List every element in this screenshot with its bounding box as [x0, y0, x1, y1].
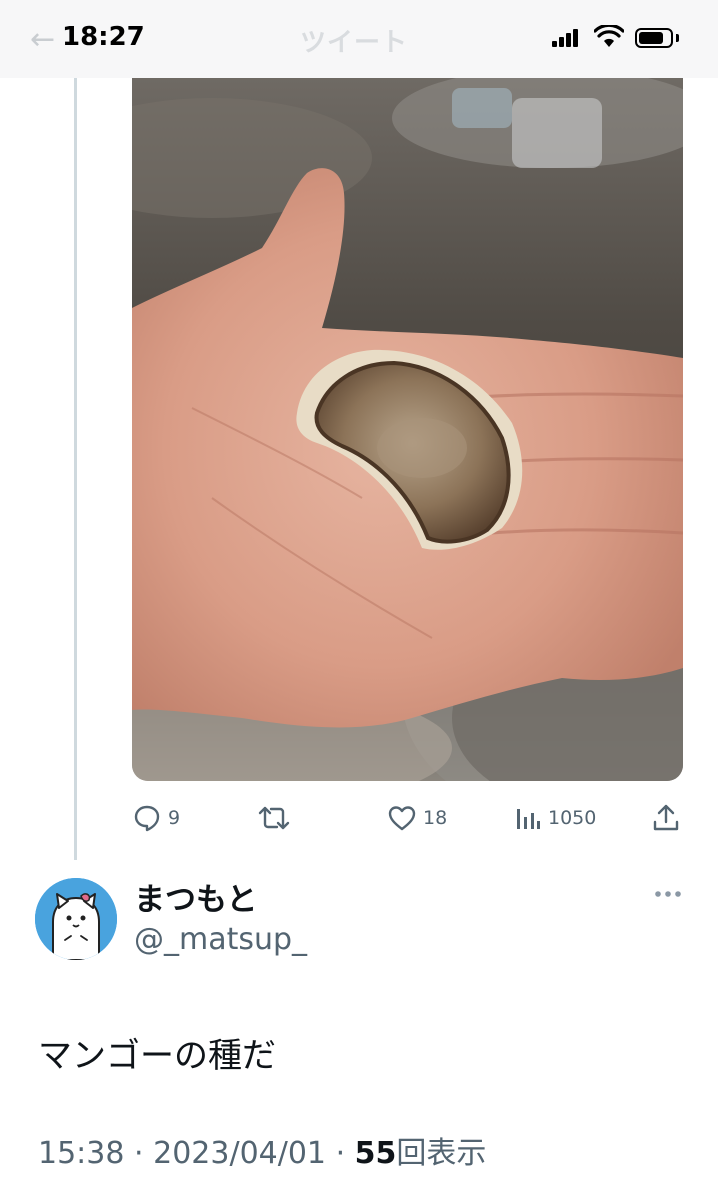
back-arrow-icon[interactable]: ←	[30, 25, 55, 55]
cellular-signal-icon	[552, 28, 580, 47]
author-handle[interactable]: @_matsup_	[134, 922, 307, 957]
tweet-action-bar: 9 18 1050	[0, 796, 718, 840]
tweet-date[interactable]: 2023/04/01	[153, 1136, 326, 1171]
analytics-icon	[517, 809, 540, 829]
avatar[interactable]	[35, 878, 117, 960]
view-count: 1050	[548, 807, 597, 829]
views-label: 回表示	[396, 1136, 487, 1171]
heart-icon	[388, 806, 416, 831]
share-icon	[653, 804, 679, 831]
wifi-icon	[594, 25, 624, 47]
mango-seed-photo	[132, 78, 683, 781]
header-title: ツイート	[300, 28, 409, 58]
retweet-icon	[258, 806, 290, 830]
views-button[interactable]: 1050	[515, 796, 596, 840]
cat-avatar-icon	[35, 878, 117, 960]
status-bar: ← ツイート 18:27	[0, 0, 718, 78]
tweet-text: マンゴーの種だ	[38, 1036, 276, 1076]
author-display-name[interactable]: まつもと	[134, 874, 257, 919]
like-button[interactable]: 18	[388, 796, 447, 840]
reply-count: 9	[168, 807, 181, 829]
like-count: 18	[423, 807, 448, 829]
tweet-time[interactable]: 15:38	[38, 1136, 124, 1171]
tweet-meta: 15:38 · 2023/04/01 · 55回表示	[38, 1128, 486, 1172]
share-button[interactable]	[653, 796, 679, 840]
tweet-photo[interactable]	[132, 78, 683, 781]
battery-tip	[676, 34, 679, 42]
tweet-view-count: 55	[354, 1136, 397, 1171]
reply-icon	[134, 805, 160, 832]
reply-button[interactable]: 9	[133, 796, 180, 840]
meta-separator: ·	[335, 1136, 346, 1171]
more-options-icon[interactable]	[654, 890, 682, 898]
status-time: 18:27	[62, 22, 145, 52]
retweet-button[interactable]	[258, 796, 297, 840]
battery-icon	[635, 28, 673, 48]
thread-line	[74, 78, 77, 860]
meta-separator: ·	[134, 1136, 144, 1171]
